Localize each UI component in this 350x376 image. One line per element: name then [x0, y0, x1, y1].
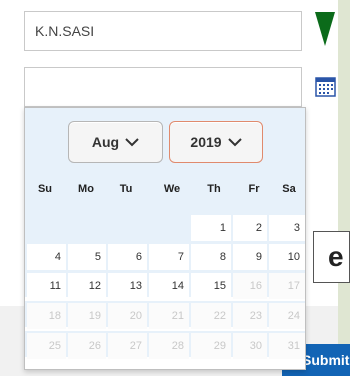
weekday-label: Fr	[248, 183, 260, 195]
day-cell-24: 24	[269, 303, 305, 329]
empty-day-cell	[27, 215, 66, 241]
weekday-label: Th	[207, 183, 221, 195]
empty-day-cell	[108, 215, 147, 241]
chevron-down-icon	[227, 138, 242, 147]
day-cell-20: 20	[108, 303, 147, 329]
weekday-label: We	[163, 183, 181, 195]
side-box-text: e	[328, 241, 344, 272]
day-cell-6[interactable]: 6	[108, 244, 147, 270]
weekday-label: Sa	[282, 183, 296, 195]
day-cell-10[interactable]: 10	[269, 244, 305, 270]
day-cell-27: 27	[108, 333, 147, 359]
day-cell-28: 28	[149, 333, 189, 359]
day-cell-14[interactable]: 14	[149, 273, 189, 299]
day-cell-4[interactable]: 4	[27, 244, 66, 270]
side-decoration	[338, 0, 350, 376]
day-cell-23: 23	[233, 303, 267, 329]
day-cell-19: 19	[68, 303, 106, 329]
day-cell-13[interactable]: 13	[108, 273, 147, 299]
day-cell-11[interactable]: 11	[27, 273, 66, 299]
name-input[interactable]	[24, 11, 302, 51]
day-cell-29: 29	[191, 333, 231, 359]
day-cell-1[interactable]: 1	[191, 215, 231, 241]
day-cell-5[interactable]: 5	[68, 244, 106, 270]
year-select-value: 2019	[190, 134, 222, 150]
day-cell-7[interactable]: 7	[149, 244, 189, 270]
day-cell-18: 18	[27, 303, 66, 329]
weekday-label: Mo	[78, 183, 94, 195]
weekday-header-row: Su Mo Tu We Th Fr Sa	[25, 183, 305, 203]
day-cell-12[interactable]: 12	[68, 273, 106, 299]
day-cell-21: 21	[149, 303, 189, 329]
day-cell-17: 17	[269, 273, 305, 299]
empty-day-cell	[68, 215, 106, 241]
day-cell-3[interactable]: 3	[269, 215, 305, 241]
day-cell-2[interactable]: 2	[233, 215, 267, 241]
day-cell-9[interactable]: 9	[233, 244, 267, 270]
weekday-label: Tu	[119, 183, 133, 195]
empty-day-cell	[149, 215, 189, 241]
day-cell-16: 16	[233, 273, 267, 299]
datepicker-popup: Aug 2019 Su Mo Tu We Th Fr Sa 1234567891…	[24, 107, 306, 370]
day-cell-25: 25	[27, 333, 66, 359]
day-cell-26: 26	[68, 333, 106, 359]
day-cell-30: 30	[233, 333, 267, 359]
day-cell-8[interactable]: 8	[191, 244, 231, 270]
down-arrow-icon	[315, 12, 335, 46]
year-select[interactable]: 2019	[169, 121, 263, 163]
date-input[interactable]	[24, 67, 302, 107]
side-box: e	[313, 231, 350, 283]
month-select[interactable]: Aug	[68, 121, 163, 163]
calendar-icon[interactable]	[315, 76, 336, 97]
weekday-label: Su	[37, 183, 53, 195]
month-select-value: Aug	[91, 134, 120, 150]
day-cell-22: 22	[191, 303, 231, 329]
chevron-down-icon	[125, 138, 139, 147]
day-cell-15[interactable]: 15	[191, 273, 231, 299]
day-cell-31: 31	[269, 333, 305, 359]
